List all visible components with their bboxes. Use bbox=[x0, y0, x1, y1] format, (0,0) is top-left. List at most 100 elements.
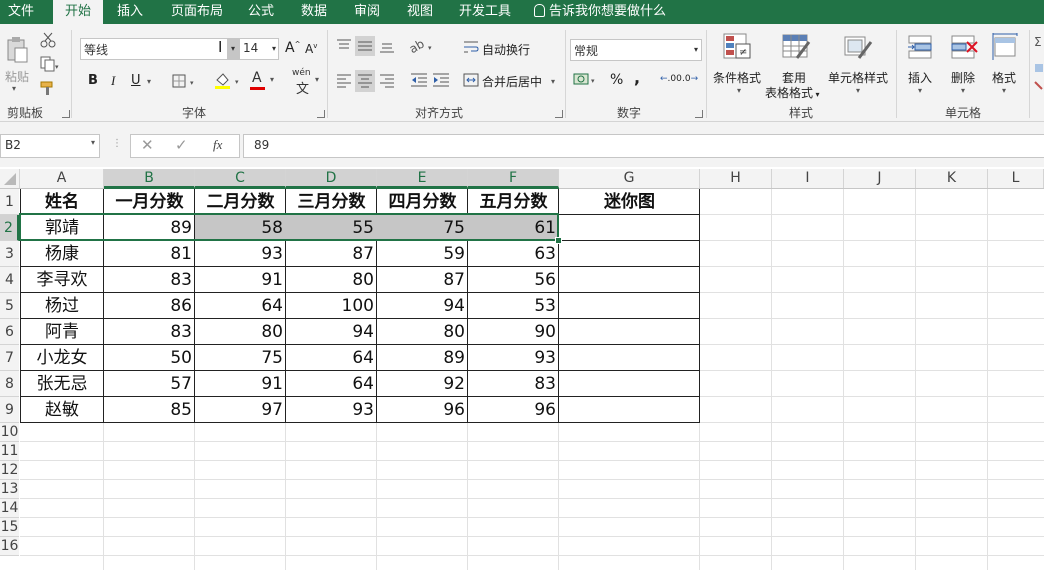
align-right-icon[interactable] bbox=[379, 72, 395, 91]
sparkline-cell[interactable] bbox=[559, 319, 700, 345]
number-format-select[interactable]: 常规 ▾ bbox=[570, 39, 702, 61]
score-cell[interactable]: 56 bbox=[468, 267, 559, 293]
table-header-cell[interactable]: 迷你图 bbox=[559, 189, 700, 215]
column-header-c[interactable]: C bbox=[195, 169, 286, 188]
conditional-formatting-button[interactable]: 条件格式 bbox=[713, 69, 761, 86]
score-cell[interactable]: 91 bbox=[195, 371, 286, 397]
delete-cells-button[interactable]: 删除 bbox=[951, 69, 975, 86]
table-header-cell[interactable]: 四月分数 bbox=[377, 189, 468, 215]
row-header-7[interactable]: 7 bbox=[0, 345, 19, 371]
percent-style-button[interactable]: % bbox=[610, 72, 623, 88]
wrap-text-button[interactable]: 自动换行 bbox=[482, 41, 530, 58]
row-header-10[interactable]: 10 bbox=[0, 423, 19, 442]
decrease-indent-icon[interactable] bbox=[410, 72, 428, 91]
score-cell[interactable]: 64 bbox=[286, 371, 377, 397]
editing-overflow-icon[interactable]: Σ bbox=[1034, 34, 1044, 97]
paste-dropdown-icon[interactable]: ▾ bbox=[12, 84, 16, 93]
score-cell[interactable]: 83 bbox=[468, 371, 559, 397]
fill-handle[interactable] bbox=[555, 237, 562, 244]
underline-button[interactable]: U bbox=[131, 73, 141, 88]
tab-data[interactable]: 数据 bbox=[292, 0, 336, 24]
tell-me-search[interactable]: 告诉我你想要做什么 bbox=[534, 0, 670, 24]
sparkline-cell[interactable] bbox=[559, 397, 700, 423]
score-cell[interactable]: 93 bbox=[286, 397, 377, 423]
column-header-i[interactable]: I bbox=[772, 169, 844, 188]
italic-button[interactable]: I bbox=[111, 73, 115, 89]
tab-insert[interactable]: 插入 bbox=[108, 0, 152, 24]
select-all-corner[interactable] bbox=[0, 169, 20, 188]
name-cell[interactable]: 阿青 bbox=[20, 319, 104, 345]
row-header-12[interactable]: 12 bbox=[0, 461, 19, 480]
score-cell[interactable]: 53 bbox=[468, 293, 559, 319]
score-cell[interactable]: 96 bbox=[377, 397, 468, 423]
score-cell[interactable]: 81 bbox=[104, 241, 195, 267]
row-header-15[interactable]: 15 bbox=[0, 518, 19, 537]
column-header-g[interactable]: G bbox=[559, 169, 700, 188]
score-cell[interactable]: 90 bbox=[468, 319, 559, 345]
score-cell[interactable]: 59 bbox=[377, 241, 468, 267]
font-size-select[interactable]: 14 ▾ bbox=[239, 38, 279, 60]
copy-icon[interactable]: ▾ bbox=[40, 56, 60, 75]
score-cell[interactable]: 93 bbox=[468, 345, 559, 371]
font-launcher-icon[interactable] bbox=[317, 110, 325, 118]
row-header-9[interactable]: 9 bbox=[0, 397, 19, 423]
chevron-down-icon[interactable]: ▾ bbox=[918, 86, 922, 95]
name-cell[interactable]: 李寻欢 bbox=[20, 267, 104, 293]
format-cells-icon[interactable] bbox=[991, 32, 1019, 65]
align-top-icon[interactable] bbox=[336, 38, 352, 55]
worksheet-grid[interactable]: 1 2 3 4 5 6 7 8 9 10 11 12 13 14 15 16 姓名 一月分数 二月分数 三月分数 四月分… bbox=[0, 188, 1044, 570]
bold-button[interactable]: B bbox=[88, 73, 98, 88]
insert-function-icon[interactable]: fx bbox=[213, 137, 222, 153]
score-cell[interactable]: 94 bbox=[286, 319, 377, 345]
tab-home[interactable]: 开始 bbox=[53, 0, 103, 24]
orientation-icon[interactable]: ab ▾ bbox=[407, 37, 436, 57]
sparkline-cell[interactable] bbox=[559, 267, 700, 293]
paste-icon[interactable] bbox=[6, 36, 28, 64]
score-cell[interactable]: 80 bbox=[286, 267, 377, 293]
conditional-formatting-icon[interactable]: ≠ bbox=[722, 32, 752, 65]
row-header-14[interactable]: 14 bbox=[0, 499, 19, 518]
format-as-table-label-2[interactable]: 表格格式 ▾ bbox=[765, 84, 820, 101]
table-header-cell[interactable]: 三月分数 bbox=[286, 189, 377, 215]
increase-font-icon[interactable]: A^ bbox=[285, 40, 300, 56]
chevron-down-icon[interactable]: ▾ bbox=[1002, 86, 1006, 95]
decrease-decimal-button[interactable]: .0→ bbox=[682, 74, 698, 84]
sparkline-cell[interactable] bbox=[559, 293, 700, 319]
score-cell[interactable]: 91 bbox=[195, 267, 286, 293]
insert-cells-icon[interactable] bbox=[907, 34, 935, 65]
name-cell[interactable]: 赵敏 bbox=[20, 397, 104, 423]
column-header-k[interactable]: K bbox=[916, 169, 988, 188]
enter-icon[interactable]: ✓ bbox=[175, 136, 188, 154]
accounting-format-icon[interactable]: ▾ bbox=[573, 72, 599, 91]
increase-decimal-button[interactable]: ←.00 bbox=[660, 74, 682, 84]
borders-icon[interactable]: ▾ bbox=[172, 74, 200, 91]
score-cell[interactable]: 87 bbox=[286, 241, 377, 267]
sparkline-cell[interactable] bbox=[559, 371, 700, 397]
score-cell[interactable]: 64 bbox=[195, 293, 286, 319]
decrease-font-icon[interactable]: Av bbox=[305, 42, 317, 56]
tab-formulas[interactable]: 公式 bbox=[240, 0, 282, 24]
table-header-cell[interactable]: 五月分数 bbox=[468, 189, 559, 215]
score-cell[interactable]: 100 bbox=[286, 293, 377, 319]
row-header-13[interactable]: 13 bbox=[0, 480, 19, 499]
row-header-3[interactable]: 3 bbox=[0, 241, 19, 267]
tab-view[interactable]: 视图 bbox=[398, 0, 442, 24]
score-cell[interactable]: 97 bbox=[195, 397, 286, 423]
score-cell[interactable]: 87 bbox=[377, 267, 468, 293]
score-cell[interactable]: 64 bbox=[286, 345, 377, 371]
cut-icon[interactable] bbox=[40, 32, 56, 51]
name-cell[interactable]: 小龙女 bbox=[20, 345, 104, 371]
sparkline-cell[interactable] bbox=[559, 215, 700, 241]
column-header-f[interactable]: F bbox=[468, 169, 559, 188]
chevron-down-icon[interactable]: ▾ bbox=[961, 86, 965, 95]
clipboard-launcher-icon[interactable] bbox=[62, 110, 70, 118]
column-header-h[interactable]: H bbox=[700, 169, 772, 188]
name-cell[interactable]: 杨过 bbox=[20, 293, 104, 319]
align-center-icon[interactable] bbox=[355, 70, 375, 92]
phonetic-guide-icon[interactable]: wén 文 ▾ bbox=[292, 68, 319, 97]
column-header-b[interactable]: B bbox=[104, 169, 195, 188]
underline-dropdown-icon[interactable]: ▾ bbox=[147, 77, 151, 86]
table-header-cell[interactable]: 二月分数 bbox=[195, 189, 286, 215]
score-cell[interactable]: 85 bbox=[104, 397, 195, 423]
fill-color-icon[interactable]: ▾ bbox=[214, 72, 244, 93]
